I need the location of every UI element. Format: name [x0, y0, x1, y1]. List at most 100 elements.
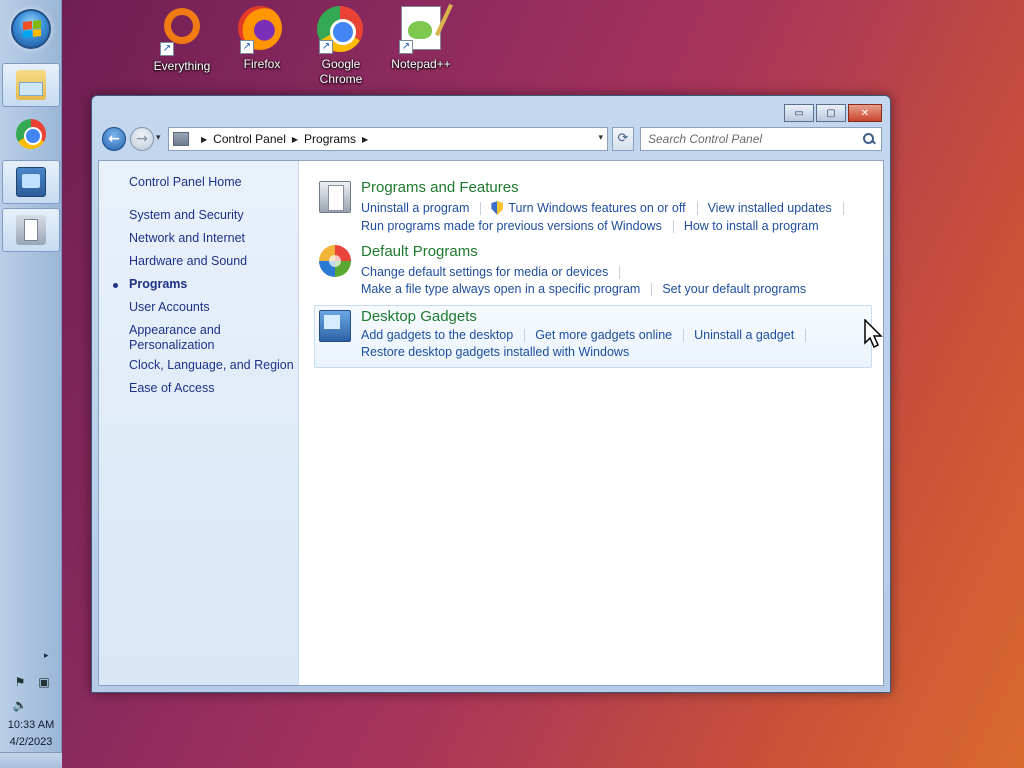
tray-expand-arrow-icon[interactable]: ▸	[44, 651, 49, 661]
category-title[interactable]: Desktop Gadgets	[361, 308, 477, 325]
task-divider	[805, 328, 807, 342]
breadcrumb-control-panel[interactable]: Control Panel	[213, 132, 286, 146]
taskbar: ▸ ⚑ ▣ 🔈 10:33 AM 4/2/2023	[0, 0, 62, 768]
task-divider	[672, 219, 674, 233]
uac-shield-icon	[491, 201, 504, 215]
task-row: Restore desktop gadgets installed with W…	[361, 345, 629, 359]
nav-user-accounts[interactable]: User Accounts	[129, 300, 299, 315]
shortcut-arrow-icon: ↗	[160, 42, 174, 56]
address-bar[interactable]: ▶ Control Panel ▶ Programs ▶ ▾	[168, 127, 608, 151]
breadcrumb-separator-icon[interactable]: ▶	[292, 135, 298, 144]
programs-icon	[16, 215, 46, 245]
task-link[interactable]: How to install a program	[684, 219, 819, 233]
desktop-icon-google-chrome[interactable]: ↗ Google Chrome	[303, 6, 379, 87]
task-link[interactable]: Make a file type always open in a specif…	[361, 282, 640, 296]
taskbar-control-panel-button[interactable]	[2, 160, 60, 204]
control-panel-icon	[173, 132, 189, 146]
breadcrumb-separator-icon[interactable]: ▶	[362, 135, 368, 144]
refresh-button[interactable]: ⟳	[612, 127, 634, 151]
maximize-button[interactable]: ▢	[816, 104, 846, 122]
window-controls: ▭ ▢ ✕	[784, 104, 882, 122]
window-content: Control Panel Home System and Security N…	[98, 160, 884, 686]
address-dropdown-icon[interactable]: ▾	[598, 133, 603, 143]
nav-clock-language-and-region[interactable]: Clock, Language, and Region	[129, 358, 299, 373]
task-link[interactable]: Uninstall a program	[361, 201, 469, 215]
clock-date[interactable]: 4/2/2023	[0, 736, 62, 748]
nav-appearance-and-personalization[interactable]: Appearance and Personalization	[129, 323, 299, 353]
search-box[interactable]	[640, 127, 882, 151]
task-link[interactable]: Add gadgets to the desktop	[361, 328, 513, 342]
task-divider	[842, 201, 844, 215]
volume-muted-icon[interactable]: 🔈	[12, 697, 28, 713]
task-divider	[651, 282, 653, 296]
task-row: Change default settings for media or dev…	[361, 265, 630, 279]
desktop-icon-label: Firefox	[243, 57, 281, 71]
task-link[interactable]: Set your default programs	[662, 282, 806, 296]
task-divider	[696, 201, 698, 215]
task-row: Run programs made for previous versions …	[361, 219, 819, 233]
desktop-icon-label: Notepad++	[391, 57, 451, 71]
category-desktop-gadgets: Desktop Gadgets Add gadgets to the deskt…	[314, 305, 872, 368]
shortcut-arrow-icon: ↗	[240, 40, 254, 54]
task-divider	[480, 201, 482, 215]
desktop-icon-label: Google Chrome	[319, 57, 363, 86]
control-panel-window: ▭ ▢ ✕ ← → ▾ ▶ Control Panel ▶ Programs ▶…	[91, 95, 891, 693]
close-button[interactable]: ✕	[848, 104, 882, 122]
current-page-bullet-icon	[113, 283, 118, 288]
nav-network-and-internet[interactable]: Network and Internet	[129, 231, 299, 246]
task-link[interactable]: Change default settings for media or dev…	[361, 265, 608, 279]
category-title[interactable]: Programs and Features	[361, 179, 519, 196]
action-center-flag-icon[interactable]: ⚑	[12, 674, 28, 690]
shortcut-arrow-icon: ↗	[319, 40, 333, 54]
desktop-gadgets-icon[interactable]	[319, 310, 351, 342]
category-default-programs: Default Programs Change default settings…	[315, 243, 873, 303]
desktop-icon-everything[interactable]: ↗ Everything	[144, 6, 220, 74]
nav-control-panel-home[interactable]: Control Panel Home	[129, 175, 299, 190]
nav-hardware-and-sound[interactable]: Hardware and Sound	[129, 254, 299, 269]
navigation-bar: ← → ▾ ▶ Control Panel ▶ Programs ▶ ▾ ⟳	[100, 125, 882, 153]
task-divider	[619, 265, 621, 279]
task-divider	[683, 328, 685, 342]
task-row: Make a file type always open in a specif…	[361, 282, 806, 296]
category-programs-and-features: Programs and Features Uninstall a progra…	[315, 179, 873, 239]
show-desktop-button[interactable]	[0, 752, 62, 768]
recent-pages-dropdown-icon[interactable]: ▾	[156, 133, 161, 143]
task-row: Uninstall a program Turn Windows feature…	[361, 201, 854, 215]
search-icon[interactable]	[862, 132, 876, 146]
search-input[interactable]	[648, 129, 858, 149]
breadcrumb-separator-icon[interactable]: ▶	[201, 135, 207, 144]
windows-explorer-icon	[16, 70, 46, 100]
taskbar-chrome-button[interactable]	[2, 112, 60, 156]
forward-button[interactable]: →	[130, 127, 154, 151]
clock-time[interactable]: 10:33 AM	[0, 719, 62, 731]
task-link[interactable]: Uninstall a gadget	[694, 328, 794, 342]
task-link[interactable]: Turn Windows features on or off	[508, 201, 685, 215]
nav-system-and-security[interactable]: System and Security	[129, 208, 299, 223]
everything-icon	[164, 8, 200, 44]
breadcrumb-programs[interactable]: Programs	[304, 132, 356, 146]
taskbar-explorer-button[interactable]	[2, 63, 60, 107]
programs-and-features-icon[interactable]	[319, 181, 351, 213]
desktop-icon-label: Everything	[153, 59, 211, 73]
task-divider	[524, 328, 526, 342]
nav-ease-of-access[interactable]: Ease of Access	[129, 381, 299, 396]
taskbar-programs-button[interactable]	[2, 208, 60, 252]
category-title[interactable]: Default Programs	[361, 243, 478, 260]
network-icon[interactable]: ▣	[36, 674, 52, 690]
default-programs-icon[interactable]	[319, 245, 351, 277]
task-link[interactable]: Get more gadgets online	[535, 328, 672, 342]
shortcut-arrow-icon: ↗	[399, 40, 413, 54]
chrome-icon	[16, 119, 46, 149]
nav-programs: Programs	[129, 277, 188, 291]
task-row: Add gadgets to the desktop Get more gadg…	[361, 328, 816, 342]
minimize-button[interactable]: ▭	[784, 104, 814, 122]
task-link[interactable]: View installed updates	[708, 201, 832, 215]
left-navigation-pane: Control Panel Home System and Security N…	[99, 161, 299, 685]
desktop-icon-firefox[interactable]: ↗ Firefox	[224, 6, 300, 72]
control-panel-icon	[16, 167, 46, 197]
desktop-icon-notepad-plus-plus[interactable]: ↗ Notepad++	[383, 6, 459, 72]
task-link[interactable]: Run programs made for previous versions …	[361, 219, 662, 233]
back-button[interactable]: ←	[102, 127, 126, 151]
start-orb-icon[interactable]	[11, 9, 51, 49]
task-link[interactable]: Restore desktop gadgets installed with W…	[361, 345, 629, 359]
